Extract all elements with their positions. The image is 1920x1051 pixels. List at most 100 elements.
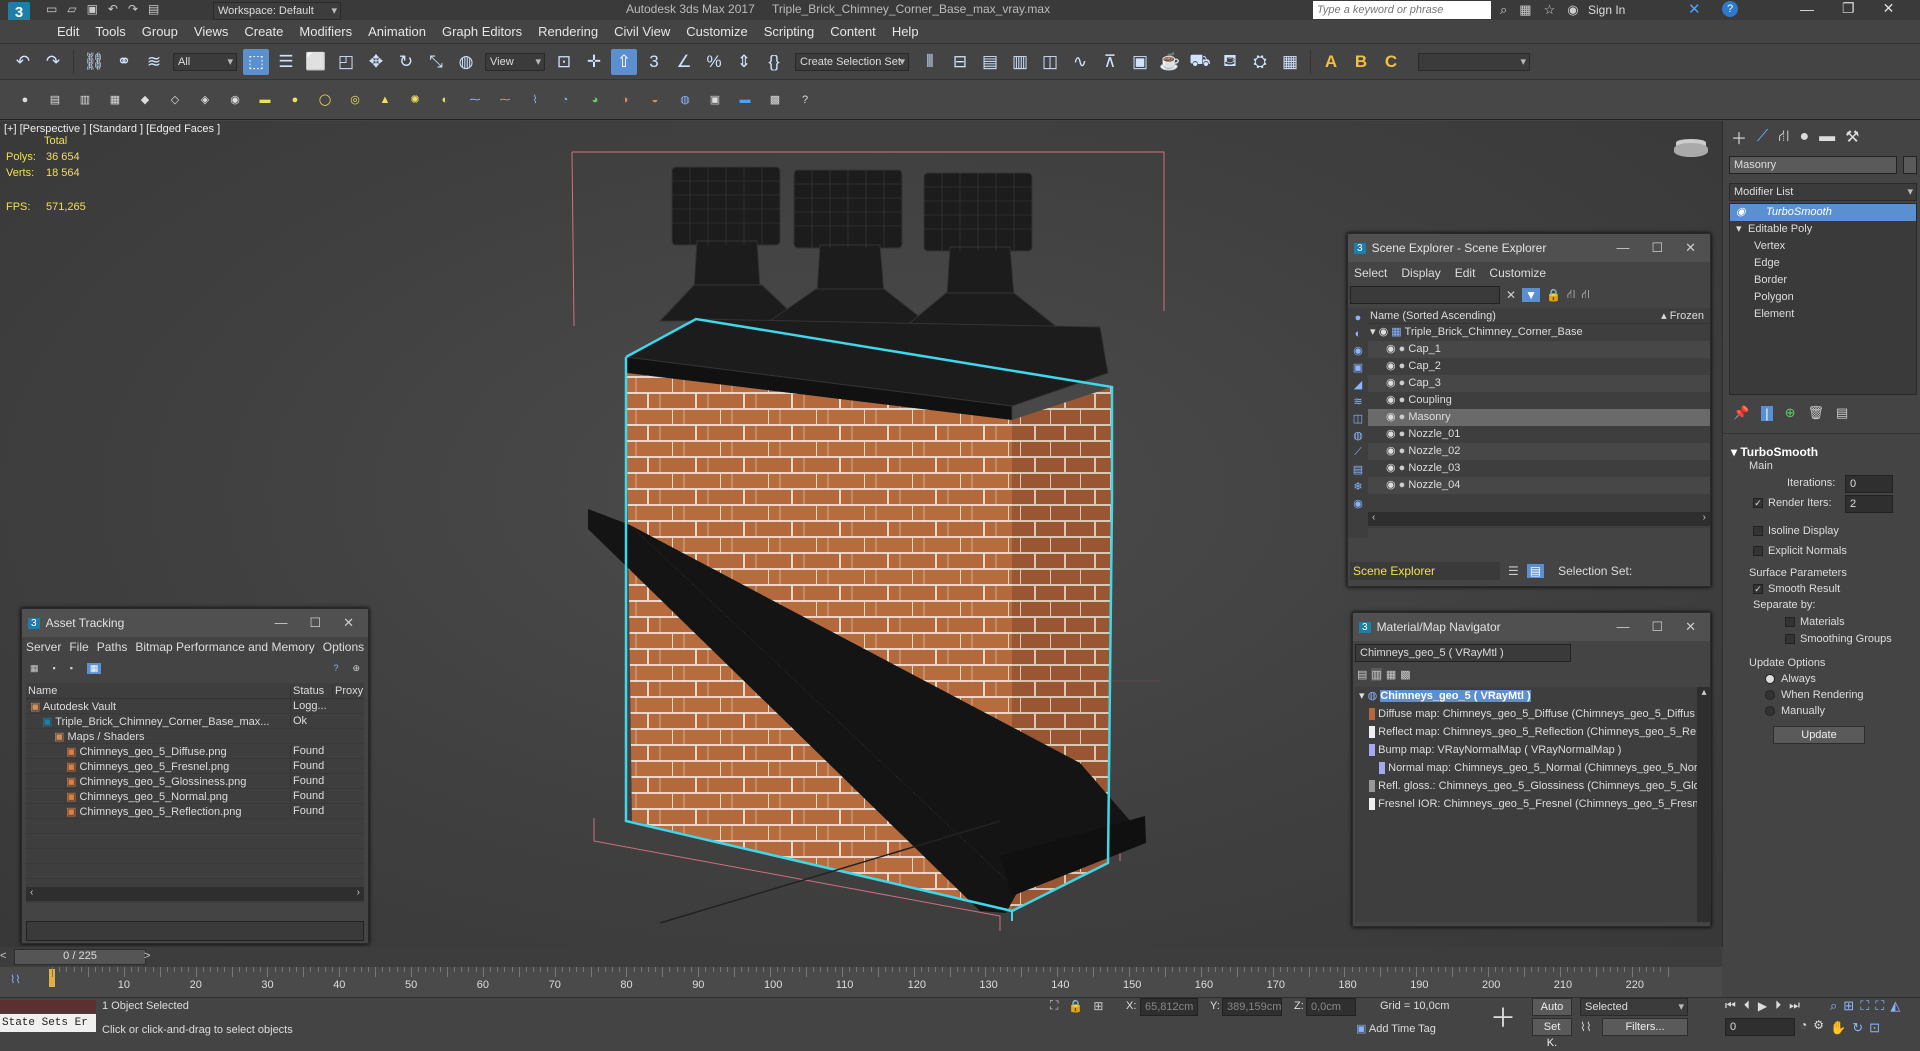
search-input[interactable]: [1313, 1, 1491, 19]
display-shapes-icon[interactable]: ◐: [1355, 328, 1362, 340]
se-item-selected[interactable]: ◉ ● Masonry: [1368, 409, 1710, 426]
time-slider-next[interactable]: >: [144, 950, 150, 962]
key-filters-button[interactable]: Filters...: [1602, 1018, 1688, 1036]
eye-icon[interactable]: ◉: [1386, 445, 1396, 457]
eye-icon[interactable]: ◉: [1386, 479, 1396, 491]
tool-icon-11[interactable]: ▩: [764, 89, 786, 111]
stack-item-vertex[interactable]: Vertex: [1730, 238, 1916, 255]
snap-3d-icon[interactable]: 3: [641, 49, 667, 75]
manually-radio[interactable]: Manually: [1765, 705, 1825, 717]
time-slider-prev[interactable]: <: [0, 950, 6, 962]
isolate-selection-icon[interactable]: ⛶: [1050, 998, 1058, 1013]
scene-explorer-dropdown[interactable]: Scene Explorer: [1350, 562, 1500, 580]
tool-icon-8[interactable]: ◉: [224, 89, 246, 111]
map-item-normal[interactable]: ▮ Normal map: Chimneys_geo_5_Normal (Chi…: [1355, 759, 1697, 777]
binoculars-icon[interactable]: ⌕: [1500, 2, 1507, 18]
at-pin-icon[interactable]: ⊕: [352, 663, 368, 674]
time-config-icon[interactable]: ⚙: [1813, 1018, 1824, 1032]
reference-coordinate-dropdown[interactable]: View: [485, 52, 545, 71]
explicit-normals-checkbox[interactable]: Explicit Normals: [1753, 545, 1847, 557]
move-icon[interactable]: ✥: [363, 49, 389, 75]
z-coordinate-field[interactable]: 0,0cm: [1306, 998, 1356, 1016]
box-icon[interactable]: ▬: [254, 89, 276, 111]
key-mode-icon[interactable]: ⌇⌇: [1580, 1020, 1592, 1034]
view-small-icons-icon[interactable]: ▦: [1386, 668, 1396, 681]
stack-item-edge[interactable]: Edge: [1730, 255, 1916, 272]
close-button[interactable]: ✕: [1685, 619, 1696, 635]
text-a-icon[interactable]: A: [1318, 49, 1344, 75]
geosphere-icon[interactable]: ◯: [314, 89, 336, 111]
motion-tab-icon[interactable]: ●: [1799, 128, 1809, 146]
create-tab-icon[interactable]: ＋: [1731, 125, 1747, 149]
se-hscrollbar[interactable]: ‹ ›: [1368, 512, 1710, 526]
menu-civil-view[interactable]: Civil View: [606, 20, 678, 44]
scene-explorer-titlebar[interactable]: 3 Scene Explorer - Scene Explorer — ☐ ✕: [1348, 234, 1710, 262]
at-menu-server[interactable]: Server: [26, 640, 61, 654]
current-frame-field[interactable]: 0: [1725, 1018, 1795, 1036]
render-in-cloud-icon[interactable]: ▦: [1277, 49, 1303, 75]
spline-icon-3[interactable]: ⌇: [524, 89, 546, 111]
asset-row[interactable]: ▣ Chimneys_geo_5_Diffuse.png Found: [26, 744, 364, 759]
menu-customize[interactable]: Customize: [678, 20, 755, 44]
display-hidden-icon[interactable]: ◉: [1353, 497, 1363, 510]
named-selection-icon[interactable]: {}: [761, 49, 787, 75]
link-icon[interactable]: ⛓: [81, 49, 107, 75]
make-unique-icon[interactable]: ⊕: [1785, 405, 1796, 421]
minimize-button[interactable]: —: [1616, 619, 1629, 635]
render-setup-icon[interactable]: ▣: [1127, 49, 1153, 75]
rectangular-selection-icon[interactable]: ⬜: [303, 49, 329, 75]
at-hscrollbar[interactable]: ‹ ›: [26, 887, 364, 901]
render-production-icon[interactable]: ⛟: [1187, 49, 1213, 75]
minimize-button[interactable]: —: [1616, 240, 1629, 256]
eye-icon[interactable]: ◉: [1386, 411, 1396, 423]
spline-icon-7[interactable]: ◒: [644, 89, 666, 111]
cone-icon[interactable]: ▲: [374, 89, 396, 111]
teapot-icon[interactable]: ◐: [434, 89, 456, 111]
key-mode-toggle-icon[interactable]: ◔: [1800, 1018, 1807, 1032]
minimize-button[interactable]: —: [1800, 1, 1814, 17]
display-groups-icon[interactable]: ◫: [1353, 412, 1363, 425]
sort-icon[interactable]: ▤: [1526, 564, 1545, 578]
material-navigator-titlebar[interactable]: 3 Material/Map Navigator — ☐ ✕: [1353, 613, 1710, 641]
scale-icon[interactable]: ⤡: [423, 49, 449, 75]
at-col-proxy[interactable]: Proxy: [332, 684, 364, 697]
ribbon-icon[interactable]: ▥: [1007, 49, 1033, 75]
tool-icon-4[interactable]: ▦: [104, 89, 126, 111]
rotate-icon[interactable]: ↻: [393, 49, 419, 75]
help-icon[interactable]: ?: [1722, 1, 1738, 17]
sign-in-link[interactable]: Sign In: [1588, 3, 1625, 17]
at-tool-icon-1[interactable]: ▦: [30, 663, 39, 674]
set-key-icon[interactable]: ＋: [1488, 1000, 1518, 1036]
go-to-end-icon[interactable]: ⏭: [1789, 998, 1800, 1013]
tool-icon-3[interactable]: ▥: [74, 89, 96, 111]
spline-icon-2[interactable]: ⁓: [494, 89, 516, 111]
star-icon[interactable]: ☆: [1544, 2, 1556, 18]
eye-icon[interactable]: ◉: [1386, 343, 1396, 355]
go-to-start-icon[interactable]: ⏮: [1725, 998, 1736, 1013]
maximize-button[interactable]: ☐: [309, 615, 321, 631]
hierarchy-icon-2[interactable]: ⛙: [1581, 287, 1589, 303]
se-menu-edit[interactable]: Edit: [1455, 266, 1476, 280]
asset-tracking-titlebar[interactable]: 3 Asset Tracking — ☐ ✕: [22, 609, 368, 637]
key-filter-dropdown[interactable]: Selected: [1580, 998, 1688, 1016]
materials-checkbox[interactable]: Materials: [1785, 616, 1845, 628]
se-item[interactable]: ◉ ● Nozzle_01: [1368, 426, 1710, 443]
smooth-result-checkbox[interactable]: ✓ Smooth Result: [1753, 583, 1840, 595]
hierarchy-icon[interactable]: ⛙: [1567, 287, 1575, 303]
hierarchy-tab-icon[interactable]: ⛙: [1778, 127, 1789, 147]
menu-create[interactable]: Create: [236, 20, 291, 44]
manipulate-icon[interactable]: ✛: [581, 49, 607, 75]
percent-snap-icon[interactable]: %: [701, 49, 727, 75]
rollout-title[interactable]: ▾ TurboSmooth: [1731, 445, 1818, 459]
save-icon[interactable]: ▣: [87, 2, 98, 16]
material-editor-icon[interactable]: ⊼: [1097, 49, 1123, 75]
asset-row[interactable]: ▣ Triple_Brick_Chimney_Corner_Base_max..…: [26, 714, 364, 729]
menu-tools[interactable]: Tools: [87, 20, 133, 44]
display-geometry-icon[interactable]: ●: [1355, 312, 1362, 324]
spline-icon-5[interactable]: ◕: [584, 89, 606, 111]
menu-content[interactable]: Content: [822, 20, 884, 44]
zoom-icon[interactable]: ⌕: [1830, 998, 1837, 1014]
redo-icon[interactable]: ↷: [40, 49, 66, 75]
asset-row[interactable]: ▣ Chimneys_geo_5_Reflection.png Found: [26, 804, 364, 819]
show-end-result-icon[interactable]: |: [1761, 405, 1773, 421]
